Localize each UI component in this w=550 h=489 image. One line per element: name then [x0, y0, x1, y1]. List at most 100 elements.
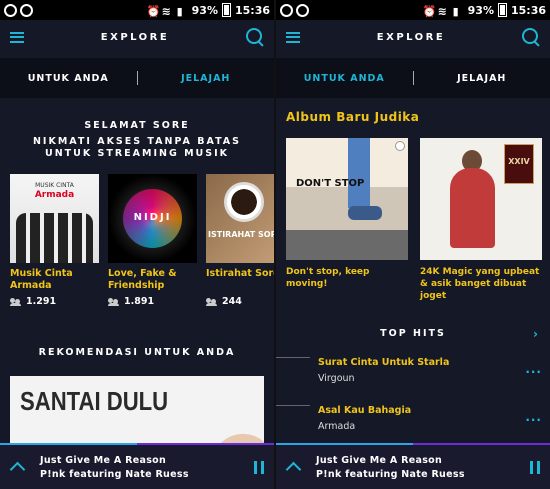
chevron-up-icon[interactable] — [10, 460, 24, 474]
playlist-card[interactable]: ISTIRAHAT SORE Istirahat Sore 244 — [206, 174, 274, 307]
shoe-image — [348, 206, 382, 220]
tab-bar: UNTUK ANDA JELAJAH — [276, 58, 550, 98]
cover-label: MUSIK CINTA — [35, 182, 74, 189]
more-options-icon[interactable]: ··· — [525, 413, 542, 427]
jogger-image — [348, 138, 370, 208]
track-title: Surat Cinta Untuk Starla — [318, 357, 450, 368]
cover-logo: Armada — [34, 190, 75, 200]
top-hits-header[interactable]: TOP HITS › — [276, 327, 550, 341]
recommend-title: REKOMENDASI UNTUK ANDA — [38, 347, 236, 358]
road-image — [286, 230, 408, 260]
followers-icon — [206, 297, 218, 306]
now-playing-title: Just Give Me A Reason — [316, 454, 443, 466]
playlist-carousel: MUSIK CINTA Armada Musik Cinta Armada 1.… — [0, 174, 274, 307]
signal-icon: ▮ — [176, 4, 183, 18]
left-screen: ⏰ ≋ ▮ 93% 15:36 EXPLORE UNTUK ANDA JELAJ… — [0, 0, 274, 489]
clock: 15:36 — [510, 3, 546, 17]
tab-jelajah[interactable]: JELAJAH — [138, 73, 275, 84]
followers-icon — [10, 297, 22, 306]
battery-icon — [221, 3, 231, 17]
now-playing-artist: P!nk featuring Nate Ruess — [40, 468, 189, 480]
playlist-cover[interactable]: NIDJI — [108, 174, 197, 263]
now-playing-title: Just Give Me A Reason — [40, 454, 167, 466]
signal-icon: ▮ — [452, 4, 459, 18]
status-bar: ⏰ ≋ ▮ 93% 15:36 — [0, 0, 274, 20]
playlist-card[interactable]: MUSIK CINTA Armada Musik Cinta Armada 1.… — [10, 174, 99, 307]
top-bar: EXPLORE — [276, 20, 550, 54]
cover-label: NIDJI — [133, 212, 172, 223]
top-hits-title: TOP HITS — [380, 328, 446, 339]
track-row[interactable]: Surat Cinta Untuk Starla Virgoun ··· — [276, 357, 550, 391]
followers: 244 — [206, 296, 274, 307]
banner-text: SANTAI DULU — [20, 386, 169, 416]
battery-percent: 93% — [191, 3, 218, 17]
album-card[interactable]: DON'T STOP Don't stop, keep moving! — [286, 138, 408, 302]
chat-icon — [296, 3, 309, 17]
album-cover[interactable]: DON'T STOP — [286, 138, 408, 260]
now-playing[interactable]: Just Give Me A Reason P!nk featuring Nat… — [316, 455, 530, 480]
followers: 1.291 — [10, 296, 99, 307]
cover-label: DON'T STOP — [296, 178, 365, 189]
right-screen: ⏰ ≋ ▮ 93% 15:36 EXPLORE UNTUK ANDA JELAJ… — [276, 0, 550, 489]
now-playing[interactable]: Just Give Me A Reason P!nk featuring Nat… — [40, 455, 254, 480]
track-info: Surat Cinta Untuk Starla Virgoun — [318, 357, 449, 384]
followers: 1.891 — [108, 296, 197, 307]
playlist-cover[interactable]: ISTIRAHAT SORE — [206, 174, 274, 263]
mini-player[interactable]: Just Give Me A Reason P!nk featuring Nat… — [0, 443, 274, 489]
chevron-right-icon[interactable]: › — [533, 327, 538, 341]
greeting-title: SELAMAT SORE — [84, 120, 190, 131]
cover-frame: XXIV — [504, 144, 534, 184]
now-playing-artist: P!nk featuring Nate Ruess — [316, 468, 465, 480]
track-info: Asal Kau Bahagia Armada — [318, 405, 411, 432]
battery-icon — [497, 3, 507, 17]
top-bar: EXPLORE — [0, 20, 274, 54]
track-artist: Virgoun — [318, 373, 355, 384]
album-carousel: DON'T STOP Don't stop, keep moving! XXIV… — [276, 138, 550, 302]
track-title: Asal Kau Bahagia — [318, 405, 412, 416]
playback-progress — [276, 443, 413, 445]
track-artist: Armada — [318, 421, 356, 432]
playback-progress — [0, 443, 137, 445]
alarm-icon: ⏰ — [146, 4, 161, 18]
playlist-card[interactable]: NIDJI Love, Fake & Friendship 1.891 — [108, 174, 197, 307]
album-title[interactable]: 24K Magic yang upbeat & asik banget dibu… — [420, 266, 542, 302]
more-options-icon[interactable]: ··· — [525, 365, 542, 379]
cover-label: ISTIRAHAT SORE — [208, 230, 274, 239]
tab-jelajah[interactable]: JELAJAH — [414, 73, 550, 84]
track-thumbnail — [276, 405, 310, 406]
band-photo — [16, 213, 93, 263]
playlist-title[interactable]: Istirahat Sore — [206, 268, 274, 292]
playlist-title[interactable]: Love, Fake & Friendship — [108, 268, 197, 292]
followers-icon — [108, 297, 120, 306]
album-card[interactable]: XXIV 24K Magic yang upbeat & asik banget… — [420, 138, 542, 302]
album-title[interactable]: Don't stop, keep moving! — [286, 266, 408, 290]
album-cover[interactable]: XXIV — [420, 138, 542, 260]
search-icon[interactable] — [246, 28, 264, 46]
whatsapp-icon — [280, 3, 293, 17]
page-title: EXPLORE — [100, 31, 170, 43]
wifi-icon: ≋ — [437, 4, 447, 18]
track-row[interactable]: Asal Kau Bahagia Armada ··· — [276, 405, 550, 439]
search-icon[interactable] — [522, 28, 540, 46]
playlist-cover[interactable]: MUSIK CINTA Armada — [10, 174, 99, 263]
followers-count: 1.291 — [26, 296, 57, 307]
tab-bar: UNTUK ANDA JELAJAH — [0, 58, 274, 98]
mini-player[interactable]: Just Give Me A Reason P!nk featuring Nat… — [276, 443, 550, 489]
pause-icon[interactable] — [530, 460, 540, 474]
pause-icon[interactable] — [254, 460, 264, 474]
cover-label: XXIV — [508, 157, 530, 166]
battery-percent: 93% — [467, 3, 494, 17]
badge-icon — [395, 141, 405, 151]
chevron-up-icon[interactable] — [286, 460, 300, 474]
tab-untuk-anda[interactable]: UNTUK ANDA — [0, 73, 137, 84]
whatsapp-icon — [4, 3, 17, 17]
menu-icon[interactable] — [286, 31, 300, 43]
coffee-cup-image — [224, 182, 264, 222]
alarm-icon: ⏰ — [422, 4, 437, 18]
menu-icon[interactable] — [10, 31, 24, 43]
followers-count: 1.891 — [124, 296, 155, 307]
playlist-title[interactable]: Musik Cinta Armada — [10, 268, 99, 292]
tab-untuk-anda[interactable]: UNTUK ANDA — [276, 73, 413, 84]
page-title: EXPLORE — [376, 31, 446, 43]
greeting: SELAMAT SORE NIKMATI AKSES TANPA BATAS U… — [0, 120, 274, 160]
